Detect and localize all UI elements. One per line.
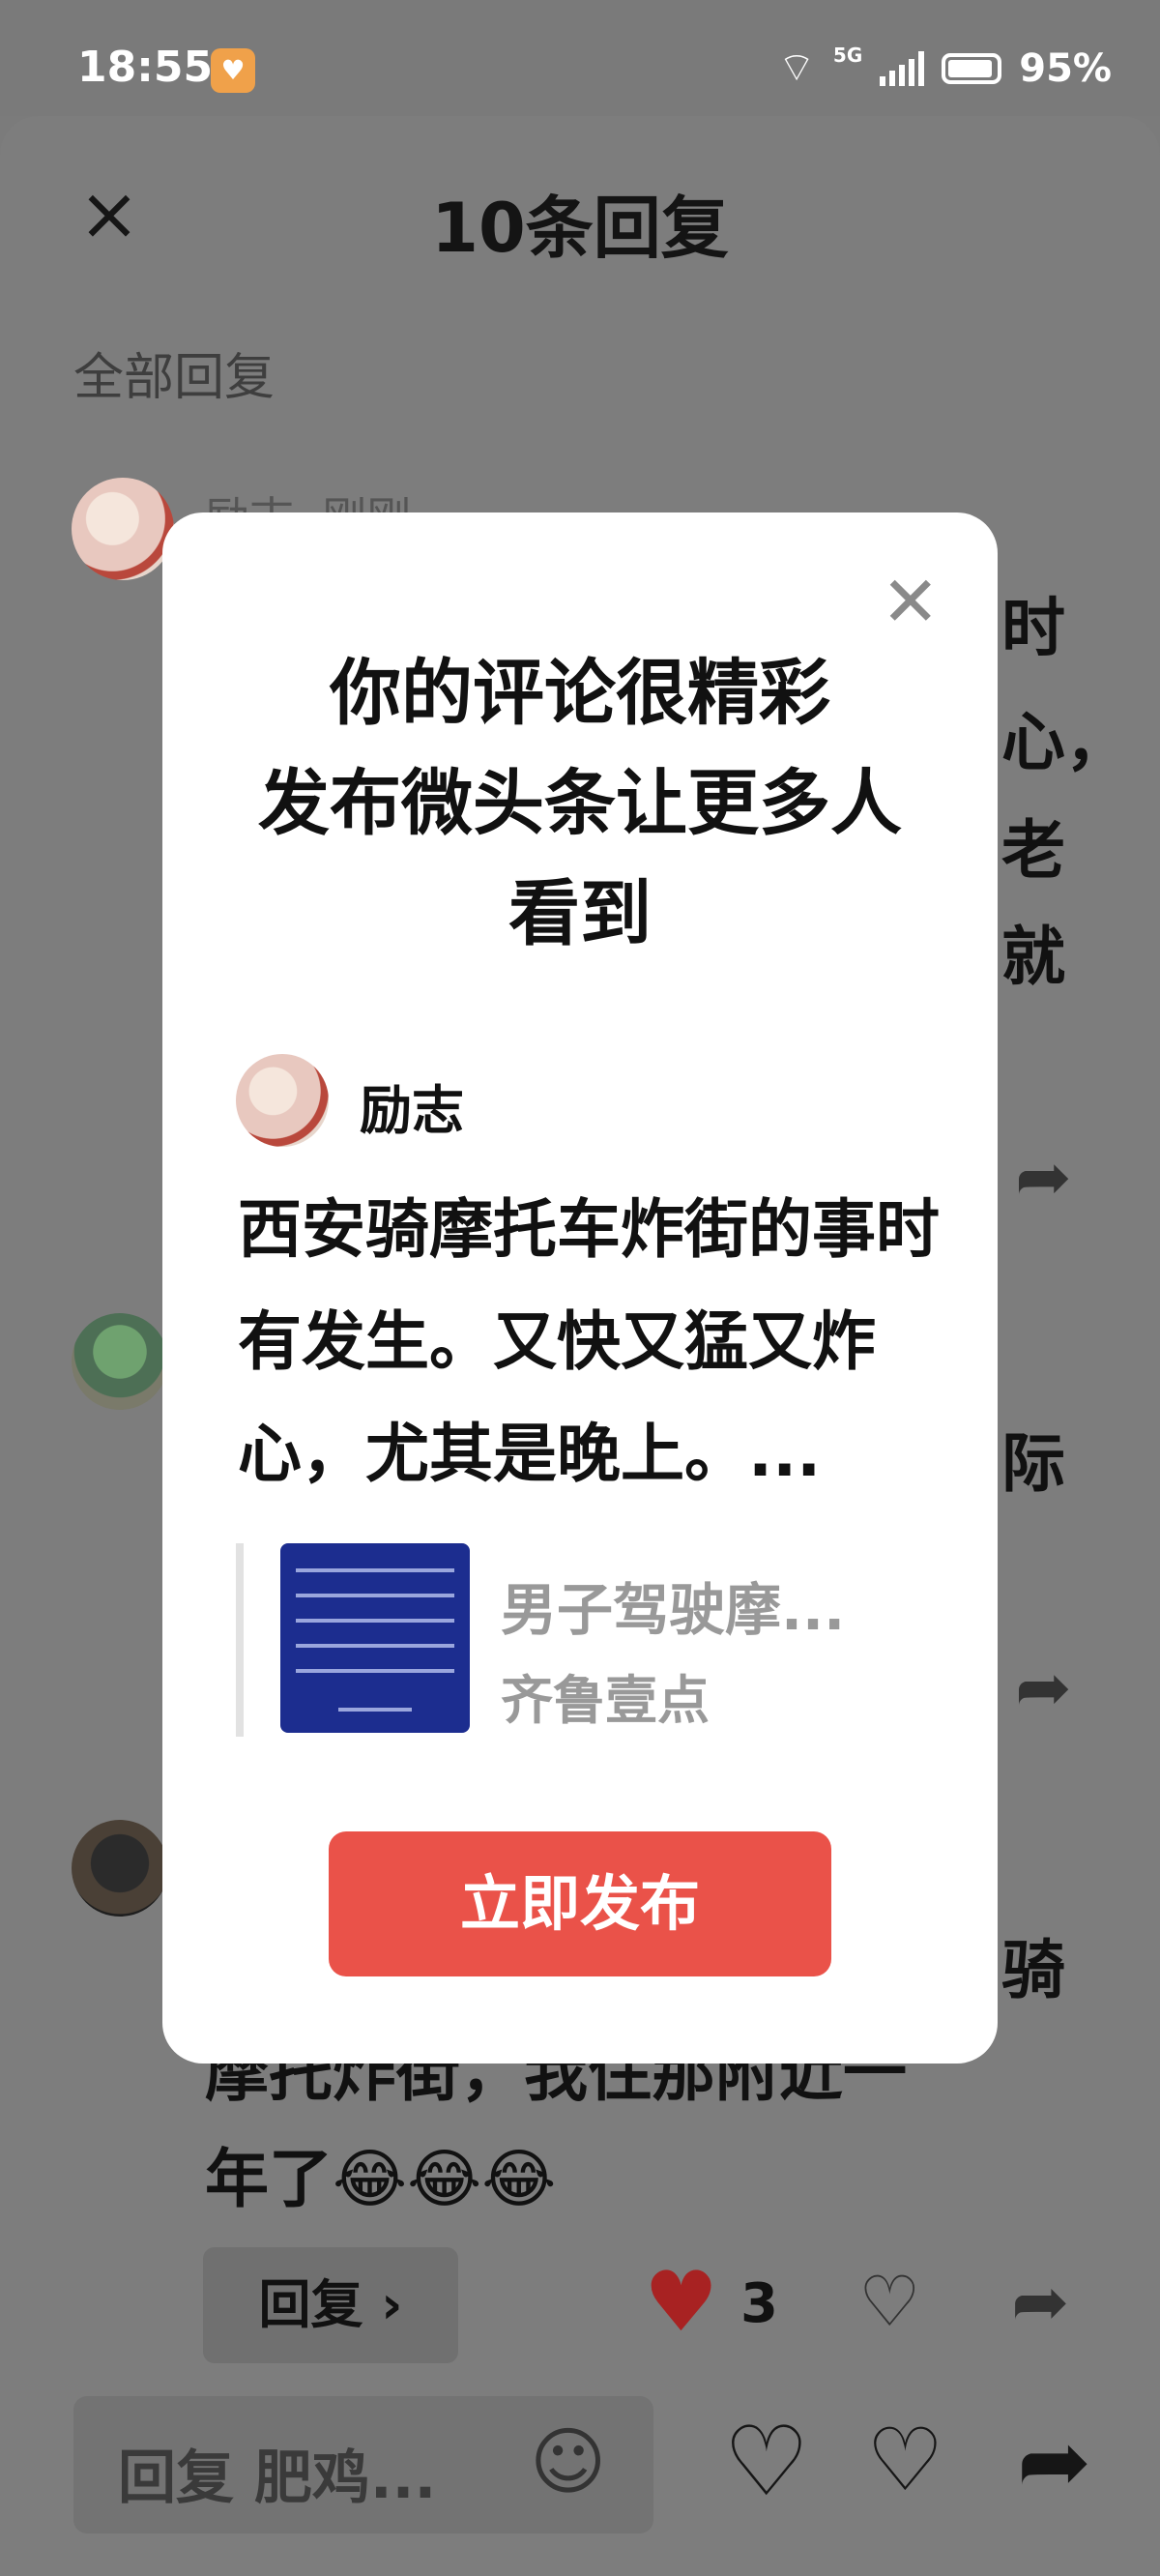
page-title: 10条回复 bbox=[431, 189, 729, 268]
article-title: 男子驾驶摩... bbox=[501, 1577, 846, 1643]
network-type: 5G bbox=[832, 43, 863, 67]
comment-text-fragment: 心， bbox=[1001, 705, 1129, 779]
share-icon[interactable]: ➦ bbox=[1017, 2417, 1091, 2506]
article-thumbnail bbox=[280, 1543, 470, 1733]
reply-input-placeholder: 回复 肥鸡... bbox=[118, 2444, 437, 2512]
status-time: 18:55 bbox=[77, 43, 214, 92]
comment-text-line: 年了😂😂😂 bbox=[205, 2142, 557, 2216]
broken-heart-icon[interactable]: ♡ bbox=[866, 2417, 944, 2504]
share-icon[interactable]: ➦ bbox=[1015, 1648, 1072, 1727]
avatar[interactable] bbox=[72, 1820, 168, 1917]
avatar[interactable] bbox=[72, 1313, 168, 1410]
battery-icon bbox=[942, 52, 1002, 84]
status-bar: 18:55 ♥ ⌔ 5G 95% bbox=[0, 0, 1160, 116]
article-card[interactable]: 男子驾驶摩... 齐鲁壹点 bbox=[236, 1543, 940, 1737]
heart-icon[interactable]: ♥ bbox=[644, 2261, 718, 2344]
reply-button[interactable]: 回复 › bbox=[203, 2247, 458, 2363]
wifi-icon: ⌔ bbox=[777, 44, 816, 91]
emoji-icon[interactable]: ☺ bbox=[530, 2425, 606, 2499]
like-count: 3 bbox=[740, 2272, 778, 2335]
publish-dialog: ✕ 你的评论很精彩 发布微头条让更多人 看到 励志 西安骑摩托车炸街的事时有发生… bbox=[162, 512, 998, 2064]
broken-heart-icon[interactable]: ♡ bbox=[858, 2267, 921, 2336]
section-label: 全部回复 bbox=[73, 349, 276, 407]
dialog-comment-text: 西安骑摩托车炸街的事时有发生。又快又猛又炸心，尤其是晚上。... bbox=[238, 1192, 940, 1491]
comment-text-fragment: 就 bbox=[1001, 920, 1065, 994]
heart-icon[interactable]: ♡ bbox=[723, 2414, 810, 2510]
share-icon[interactable]: ➦ bbox=[1015, 1137, 1072, 1216]
signal-icon bbox=[880, 50, 925, 86]
dialog-author: 励志 bbox=[360, 1080, 464, 1141]
app-notification-icon: ♥ bbox=[211, 48, 255, 93]
comment-text-fragment: 骑 bbox=[1001, 1933, 1065, 2007]
avatar bbox=[236, 1054, 329, 1147]
battery-level: 95% bbox=[1019, 45, 1112, 91]
dialog-title: 你的评论很精彩 发布微头条让更多人 看到 bbox=[258, 652, 902, 955]
reply-input[interactable]: 回复 肥鸡... ☺ bbox=[73, 2396, 653, 2533]
publish-button[interactable]: 立即发布 bbox=[329, 1831, 831, 1976]
comment-text-fragment: 时 bbox=[1001, 591, 1065, 665]
comment-text-fragment: 老 bbox=[1001, 813, 1065, 888]
avatar[interactable] bbox=[72, 478, 174, 580]
status-indicators: ⌔ 5G 95% bbox=[777, 43, 1112, 94]
close-icon[interactable]: ✕ bbox=[882, 567, 940, 636]
comment-text-fragment: 际 bbox=[1001, 1426, 1065, 1501]
article-source: 齐鲁壹点 bbox=[501, 1670, 710, 1731]
share-icon[interactable]: ➦ bbox=[1011, 2267, 1069, 2336]
